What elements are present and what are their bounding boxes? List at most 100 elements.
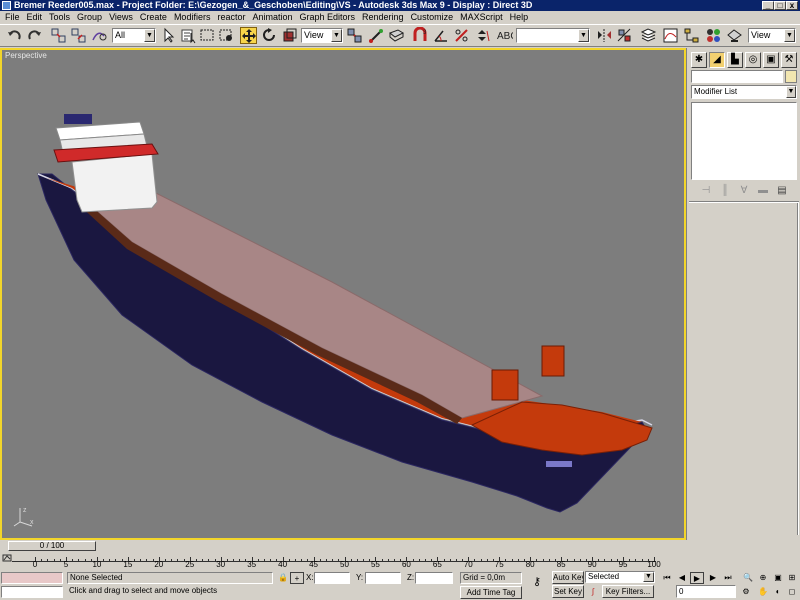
zoom-extents-icon[interactable]: ▣ — [771, 572, 785, 584]
minimize-button[interactable]: _ — [762, 1, 774, 10]
configure-modifier-sets-icon[interactable]: ▤ — [776, 183, 789, 199]
menu-group[interactable]: Group — [74, 11, 106, 24]
zoom-extents-all-icon[interactable]: ⊞ — [785, 572, 799, 584]
arc-rotate-icon[interactable]: ◐ — [771, 586, 785, 598]
menu-help[interactable]: Help — [507, 11, 533, 24]
maxscript-listener[interactable] — [1, 572, 63, 584]
select-and-manipulate-icon[interactable] — [368, 27, 385, 44]
edit-named-selection-icon[interactable]: ABC — [496, 27, 513, 44]
pin-stack-icon[interactable]: ⊣ — [700, 183, 713, 199]
perspective-viewport[interactable]: Perspective z x — [0, 48, 686, 540]
snaps-toggle-icon[interactable]: 3 — [412, 27, 429, 44]
motion-tab-icon[interactable]: ◎ — [745, 52, 761, 68]
absolute-mode-icon[interactable]: + — [290, 572, 304, 584]
create-tab-icon[interactable]: ✱ — [691, 52, 707, 68]
modify-tab-icon[interactable]: ◢ — [709, 52, 725, 68]
select-and-move-icon[interactable] — [240, 27, 257, 44]
close-button[interactable]: x — [786, 1, 798, 10]
menu-maxscript[interactable]: MAXScript — [457, 11, 507, 24]
rectangular-selection-icon[interactable] — [199, 27, 216, 44]
menu-animation[interactable]: Animation — [249, 11, 296, 24]
ship-model[interactable] — [2, 50, 684, 538]
go-to-end-icon[interactable]: ⏭ — [721, 572, 735, 584]
bow-winch — [491, 369, 519, 401]
menu-graph-editors[interactable]: Graph Editors — [297, 11, 360, 24]
remove-modifier-icon[interactable]: ▬ — [757, 183, 770, 199]
key-icon[interactable]: ⚷ — [530, 576, 544, 588]
play-icon[interactable]: ▶ — [690, 572, 704, 584]
select-by-name-icon[interactable] — [180, 27, 197, 44]
utilities-tab-icon[interactable]: ⚒ — [781, 52, 797, 68]
material-editor-icon[interactable] — [705, 27, 722, 44]
key-filters-button[interactable]: Key Filters... — [602, 585, 654, 598]
object-name-field[interactable] — [691, 70, 783, 83]
pan-view-icon[interactable]: ✋ — [756, 586, 770, 598]
display-tab-icon[interactable]: ▣ — [763, 52, 779, 68]
time-configuration-icon[interactable]: ⚙ — [739, 586, 753, 598]
curve-editor-icon[interactable] — [662, 27, 679, 44]
default-in-out-tangent-icon[interactable]: ∫ — [586, 586, 600, 598]
select-and-link-icon[interactable] — [50, 27, 67, 44]
go-to-start-icon[interactable]: ⏮ — [660, 572, 674, 584]
bind-to-space-warp-icon[interactable] — [90, 27, 107, 44]
time-slider[interactable]: 0 / 100 — [8, 541, 96, 551]
reference-coordinate-dropdown[interactable]: View ▼ — [301, 28, 343, 43]
mini-curve-editor-icon[interactable] — [2, 553, 12, 563]
modifier-list-dropdown[interactable]: Modifier List ▼ — [691, 85, 797, 99]
redo-icon[interactable] — [26, 27, 43, 44]
schematic-view-icon[interactable] — [683, 27, 700, 44]
zoom-all-icon[interactable]: ⊕ — [756, 572, 770, 584]
undo-icon[interactable] — [6, 27, 23, 44]
unlink-selection-icon[interactable] — [70, 27, 87, 44]
auto-key-button[interactable]: Auto Key — [552, 571, 584, 584]
named-selection-set-dropdown[interactable]: ▼ — [516, 28, 590, 43]
hierarchy-tab-icon[interactable]: ▙ — [727, 52, 743, 68]
key-mode-dropdown[interactable]: Selected ▼ — [585, 571, 655, 583]
menu-edit[interactable]: Edit — [24, 11, 47, 24]
trackbar[interactable]: 0 5 10 15 20 25 30 35 40 45 50 55 60 65 70 75 80 85 90 95 10… — [0, 552, 686, 570]
set-key-button[interactable]: Set Key — [552, 585, 584, 598]
x-coordinate-field[interactable] — [314, 572, 350, 584]
menu-rendering[interactable]: Rendering — [359, 11, 408, 24]
maximize-viewport-icon[interactable]: ◻ — [785, 586, 799, 598]
z-coordinate-field[interactable] — [415, 572, 453, 584]
app-icon[interactable] — [2, 1, 11, 10]
maximize-button[interactable]: □ — [774, 1, 786, 10]
object-color-swatch[interactable] — [785, 70, 797, 83]
menu-reactor[interactable]: reactor — [214, 11, 249, 24]
select-and-scale-icon[interactable] — [281, 27, 298, 44]
modifier-stack[interactable] — [691, 102, 797, 180]
menu-modifiers[interactable]: Modifiers — [171, 11, 215, 24]
trackbar-tick-label: 30 — [216, 560, 226, 569]
previous-frame-icon[interactable]: ◀ — [675, 572, 689, 584]
window-crossing-icon[interactable] — [218, 27, 235, 44]
add-time-tag-button[interactable]: Add Time Tag — [460, 586, 522, 599]
select-object-icon[interactable] — [160, 27, 177, 44]
render-scene-icon[interactable] — [726, 27, 743, 44]
menu-views[interactable]: Views — [106, 11, 137, 24]
select-and-rotate-icon[interactable] — [261, 27, 278, 44]
selection-filter-dropdown[interactable]: All ▼ — [112, 28, 156, 43]
menu-file[interactable]: File — [2, 11, 24, 24]
menu-tools[interactable]: Tools — [46, 11, 74, 24]
render-view-dropdown[interactable]: View ▼ — [748, 28, 796, 43]
show-end-result-icon[interactable]: ║ — [719, 183, 732, 199]
align-icon[interactable] — [616, 27, 633, 44]
y-coordinate-field[interactable] — [365, 572, 401, 584]
angle-snap-icon[interactable] — [433, 27, 450, 44]
selection-lock-icon[interactable]: 🔒 — [276, 572, 290, 584]
panel-scrollbar[interactable] — [797, 203, 799, 535]
layer-manager-icon[interactable] — [640, 27, 657, 44]
pivot-center-icon[interactable] — [346, 27, 363, 44]
menu-customize[interactable]: Customize — [408, 11, 458, 24]
keyboard-shortcut-override-icon[interactable] — [388, 27, 405, 44]
next-frame-icon[interactable]: ▶ — [706, 572, 720, 584]
percent-snap-icon[interactable] — [453, 27, 470, 44]
make-unique-icon[interactable]: ∀ — [738, 183, 751, 199]
spinner-snap-icon[interactable] — [474, 27, 491, 44]
menu-create[interactable]: Create — [137, 11, 171, 24]
current-frame-spinner[interactable]: 0 — [676, 585, 736, 598]
zoom-icon[interactable]: 🔍 — [741, 572, 755, 584]
maxscript-mini-listener[interactable] — [1, 586, 63, 598]
mirror-icon[interactable] — [596, 27, 613, 44]
